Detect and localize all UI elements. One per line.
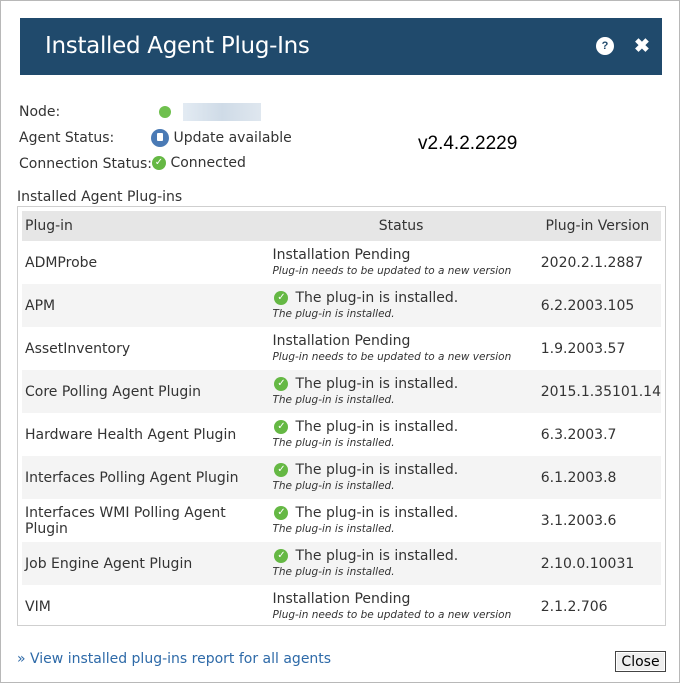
connection-status-value: Connected [170,155,246,171]
status-main: ✓ The plug-in is installed. [272,505,533,522]
plugin-name-cell: Core Polling Agent Plugin [25,383,201,400]
table-row: AssetInventory Installation Pending Plug-i… [22,327,661,370]
column-header-plugin: Plug-in [22,211,269,241]
connected-check-icon: ✓ [152,156,166,170]
plugin-name-cell: VIM [25,598,51,615]
status-main: ✓ The plug-in is installed. [272,376,533,393]
status-cell: ✓ The plug-in is installed. The plug-in is… [268,413,533,456]
plugin-version-cell: 6.3.2003.7 [540,426,617,443]
installed-check-icon: ✓ [274,506,289,520]
status-subtext: The plug-in is installed. [272,437,395,449]
table-row: Interfaces Polling Agent Plugin ✓ The plug… [22,456,661,499]
view-report-link[interactable]: » View installed plug-ins report for all… [17,651,331,667]
installed-check-icon: ✓ [274,377,289,391]
status-main: ✓ The plug-in is installed. [272,548,533,565]
plugin-name-cell: Interfaces Polling Agent Plugin [25,469,239,486]
status-cell: ✓ The plug-in is installed. The plug-in is… [268,370,533,413]
status-main: Installation Pending [272,333,533,350]
node-value [159,103,261,121]
table-row: Job Engine Agent Plugin ✓ The plug-in is i… [22,542,661,585]
status-cell: ✓ The plug-in is installed. The plug-in is… [268,499,533,542]
status-cell: Installation Pending Plug-in needs to be … [268,585,533,628]
status-text: The plug-in is installed. [295,505,459,521]
plugin-name-cell: Hardware Health Agent Plugin [25,426,237,443]
installed-check-icon: ✓ [274,420,289,434]
status-main: ✓ The plug-in is installed. [272,290,533,307]
status-text: Installation Pending [272,591,411,607]
plugin-version-cell: 2.1.2.706 [540,598,608,615]
status-cell: Installation Pending Plug-in needs to be … [268,241,533,284]
column-header-status: Status [268,211,534,241]
node-name-redacted [183,103,261,121]
status-cell: ✓ The plug-in is installed. The plug-in is… [268,456,533,499]
status-subtext: Plug-in needs to be updated to a new ver… [272,265,512,277]
plugin-version-cell: 2.10.0.10031 [540,555,635,572]
close-icon[interactable]: ✖ [634,35,650,58]
status-text: The plug-in is installed. [295,548,459,564]
plugin-version-cell: 2020.2.1.2887 [540,254,644,271]
status-text: Installation Pending [272,333,411,349]
plugin-name-cell: ADMProbe [25,254,98,271]
plugin-name-cell: Interfaces WMI Polling Agent Plugin [25,504,226,537]
status-subtext: Plug-in needs to be updated to a new ver… [272,351,512,363]
table-row: Hardware Health Agent Plugin ✓ The plug-in… [22,413,661,456]
agent-status-label: Agent Status: [19,130,115,146]
status-text: The plug-in is installed. [295,462,459,478]
plugin-name-cell: APM [25,297,56,314]
close-button[interactable]: Close [615,651,666,672]
status-subtext: The plug-in is installed. [272,480,395,492]
status-main: Installation Pending [272,247,533,264]
node-status-dot-icon [159,106,171,118]
status-subtext: The plug-in is installed. [272,566,395,578]
table-row: Interfaces WMI Polling Agent Plugin ✓ The … [22,499,661,542]
agent-version-text: v2.4.2.2229 [418,133,518,154]
status-text: The plug-in is installed. [295,290,459,306]
plugin-name-cell: Job Engine Agent Plugin [25,555,193,572]
column-header-version: Plug-in Version [533,211,661,241]
installed-check-icon: ✓ [274,549,289,563]
agent-status-value: Update available [173,130,292,146]
status-main: ✓ The plug-in is installed. [272,462,533,479]
plugins-table: Plug-in Status Plug-in Version ADMProbe I… [22,211,661,628]
node-label: Node: [19,104,61,120]
dialog-title: Installed Agent Plug-Ins [45,33,310,59]
status-subtext: The plug-in is installed. [272,308,395,320]
update-available-icon [151,129,169,147]
table-header-row: Plug-in Status Plug-in Version [22,211,661,241]
plugin-version-cell: 3.1.2003.6 [540,512,617,529]
status-main: Installation Pending [272,591,533,608]
status-subtext: The plug-in is installed. [272,523,395,535]
plugin-name-cell: AssetInventory [25,340,131,357]
plugins-table-box: Plug-in Status Plug-in Version ADMProbe I… [17,206,666,626]
status-cell: ✓ The plug-in is installed. The plug-in is… [268,542,533,585]
status-cell: ✓ The plug-in is installed. The plug-in is… [268,284,533,327]
section-title: Installed Agent Plug-ins [17,189,183,205]
status-main: ✓ The plug-in is installed. [272,419,533,436]
status-cell: Installation Pending Plug-in needs to be … [268,327,533,370]
agent-status-value-wrap: Update available [151,129,292,147]
plugin-version-cell: 6.1.2003.8 [540,469,617,486]
status-text: Installation Pending [272,247,411,263]
status-subtext: Plug-in needs to be updated to a new ver… [272,609,512,621]
status-text: The plug-in is installed. [295,376,459,392]
installed-check-icon: ✓ [274,291,289,305]
table-row: VIM Installation Pending Plug-in needs to … [22,585,661,628]
installed-check-icon: ✓ [274,463,289,477]
dialog-titlebar: Installed Agent Plug-Ins ? ✖ [20,18,662,75]
table-row: ADMProbe Installation Pending Plug-in need… [22,241,661,284]
help-icon[interactable]: ? [596,37,614,55]
connection-status-value-wrap: ✓ Connected [152,155,246,171]
status-subtext: The plug-in is installed. [272,394,395,406]
plugin-version-cell: 2015.1.35101.14 [540,383,661,400]
plugin-version-cell: 6.2.2003.105 [540,297,635,314]
table-row: APM ✓ The plug-in is installed. The plug-in… [22,284,661,327]
installed-plugins-dialog: Installed Agent Plug-Ins ? ✖ Node: Agent… [0,0,680,683]
table-row: Core Polling Agent Plugin ✓ The plug-in is… [22,370,661,413]
plugin-version-cell: 1.9.2003.57 [540,340,626,357]
connection-status-label: Connection Status: [19,156,152,172]
status-text: The plug-in is installed. [295,419,459,435]
